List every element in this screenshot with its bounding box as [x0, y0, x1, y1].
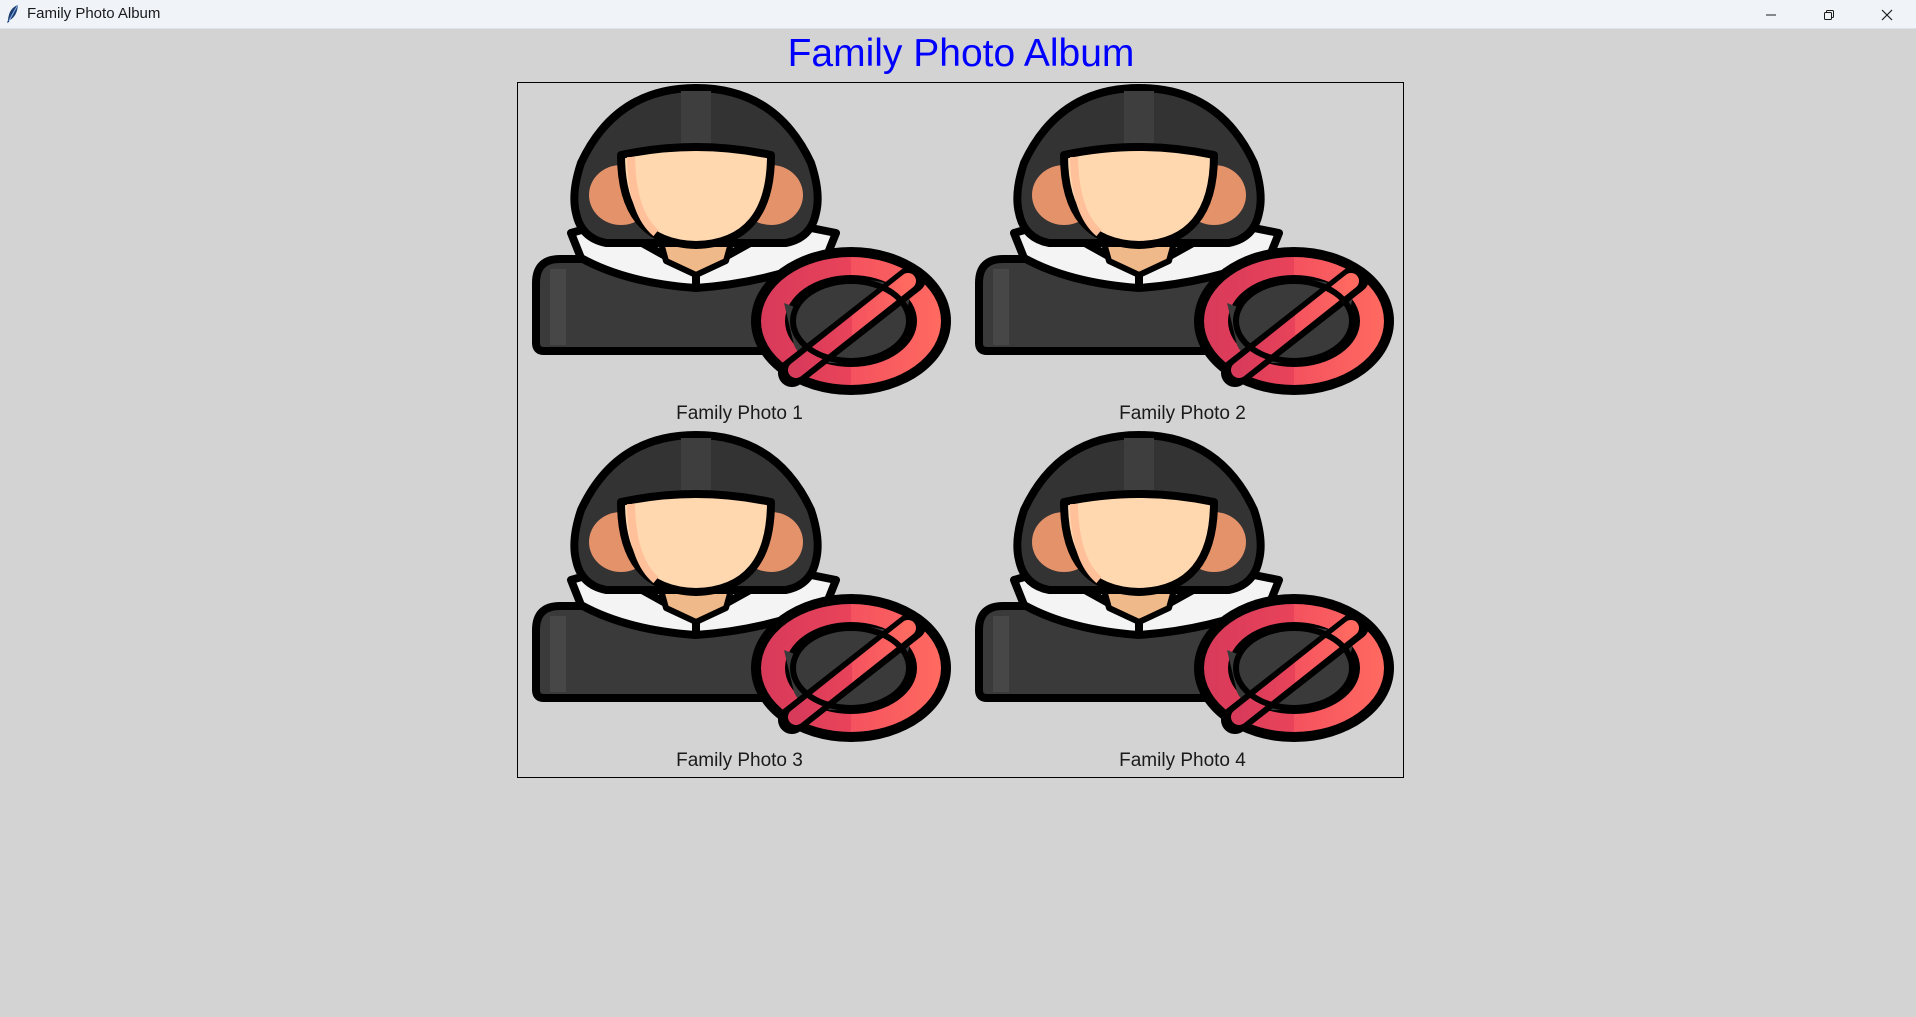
photo-caption: Family Photo 4: [1119, 750, 1246, 771]
photo-card: Family Photo 4: [961, 430, 1404, 777]
anonymous-user-blocked-icon: [969, 83, 1399, 403]
maximize-button[interactable]: [1800, 0, 1858, 29]
title-bar[interactable]: Family Photo Album: [0, 0, 1916, 29]
photo-card: Family Photo 3: [518, 430, 961, 777]
photo-grid: Family Photo 1 Family Photo 2 Family Pho…: [517, 82, 1404, 778]
restore-icon: [1823, 9, 1835, 21]
minimize-button[interactable]: [1742, 0, 1800, 29]
photo-caption: Family Photo 2: [1119, 403, 1246, 424]
anonymous-user-blocked-icon: [526, 430, 956, 750]
close-button[interactable]: [1858, 0, 1916, 29]
feather-icon: [5, 4, 21, 24]
window-title: Family Photo Album: [27, 5, 161, 22]
close-icon: [1881, 9, 1893, 21]
minimize-icon: [1765, 9, 1777, 21]
photo-caption: Family Photo 1: [676, 403, 803, 424]
album-heading: Family Photo Album: [787, 32, 1135, 75]
photo-card: Family Photo 1: [518, 83, 961, 430]
anonymous-user-blocked-icon: [526, 83, 956, 403]
photo-card: Family Photo 2: [961, 83, 1404, 430]
app-window: Family Photo Album Family Photo Album Fa: [0, 0, 1916, 1017]
photo-caption: Family Photo 3: [676, 750, 803, 771]
anonymous-user-blocked-icon: [969, 430, 1399, 750]
